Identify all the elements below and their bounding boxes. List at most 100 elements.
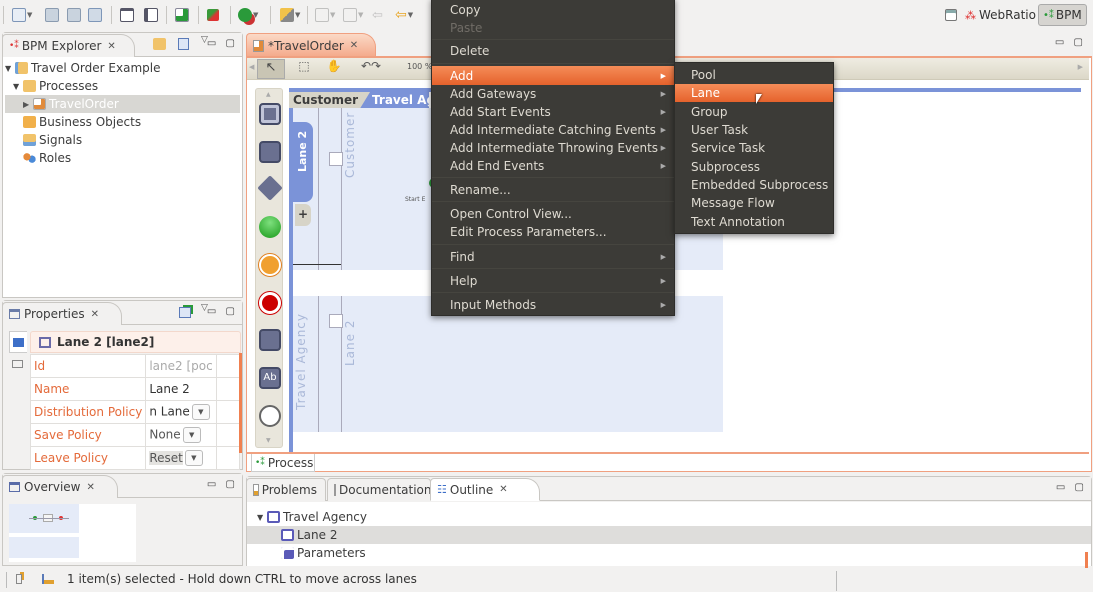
tree-item-roles[interactable]: Roles	[5, 149, 240, 167]
menu-item-copy[interactable]: Copy	[432, 1, 674, 19]
window-controls[interactable]: ▭ ▢	[1055, 37, 1086, 48]
submenu-item-embedded-subprocess[interactable]: Embedded Subprocess	[675, 176, 833, 194]
menu-item-add[interactable]: Add ▶	[432, 66, 674, 85]
pool-header[interactable]: Customer Travel Agency	[289, 92, 467, 108]
prev-annotation-button[interactable]: ▼	[343, 6, 363, 24]
timer-tool-icon[interactable]	[259, 405, 281, 427]
end-event-tool-icon[interactable]	[259, 292, 281, 314]
open-perspective-button[interactable]	[945, 6, 957, 24]
menu-item-edit-process-parameters[interactable]: Edit Process Parameters...	[432, 223, 674, 241]
user-task-tool-icon[interactable]	[259, 141, 281, 163]
tree-item-business-objects[interactable]: Business Objects	[5, 113, 240, 131]
close-icon[interactable]: ✕	[350, 40, 358, 51]
outline-item-parameters[interactable]: Parameters	[247, 544, 1091, 562]
dropdown-arrow-icon[interactable]: ▼	[182, 427, 201, 443]
run-button[interactable]	[175, 6, 189, 24]
menu-item-open-control-view[interactable]: Open Control View...	[432, 205, 674, 223]
submenu-item-message-flow[interactable]: Message Flow	[675, 194, 833, 212]
close-icon[interactable]: ✕	[87, 482, 95, 493]
pool-tool-icon[interactable]	[259, 103, 281, 125]
marquee-tool[interactable]: ⬚	[291, 59, 317, 79]
menu-item-input-methods[interactable]: Input Methods ▶	[432, 296, 674, 314]
start-event-tool-icon[interactable]	[259, 216, 281, 238]
expand-arrow-icon[interactable]: ▼	[257, 513, 267, 522]
tab-overview[interactable]: Overview ✕	[2, 475, 118, 498]
close-icon[interactable]: ✕	[107, 41, 115, 52]
expand-arrow-icon[interactable]: ▼	[5, 64, 15, 73]
collapse-arrow-icon[interactable]: ▶	[23, 100, 33, 109]
menu-item-delete[interactable]: Delete	[432, 42, 674, 60]
message-event-tool-icon[interactable]	[259, 254, 281, 276]
submenu-item-user-task[interactable]: User Task	[675, 121, 833, 139]
tab-bpm-explorer[interactable]: •⁑ BPM Explorer ✕	[2, 34, 135, 57]
tree-item-project[interactable]: ▼ Travel Order Example	[5, 59, 240, 77]
menu-item-find[interactable]: Find ▶	[432, 248, 674, 266]
link-editor-icon[interactable]	[178, 38, 189, 50]
property-combo[interactable]: n Lane ▼	[145, 400, 217, 424]
undo-redo-tool[interactable]: ↶↷	[351, 59, 391, 79]
dropdown-arrow-icon[interactable]: ▼	[184, 450, 203, 466]
save-button[interactable]	[45, 6, 59, 24]
pool-customer-label[interactable]: Customer	[289, 92, 371, 108]
generate-button[interactable]	[207, 6, 219, 24]
panel-button[interactable]	[144, 6, 158, 24]
submenu-item-text-annotation[interactable]: Text Annotation	[675, 213, 833, 231]
tab-travelorder[interactable]: *TravelOrder ✕	[246, 33, 376, 57]
submenu-item-service-task[interactable]: Service Task	[675, 139, 833, 157]
properties-side-tab-other[interactable]	[9, 357, 27, 373]
fast-view-icon[interactable]	[16, 574, 22, 584]
gateway-tool-icon[interactable]	[257, 175, 283, 201]
tool-button[interactable]: ▼	[280, 6, 300, 24]
lane-2-tab[interactable]: Lane 2	[293, 122, 313, 202]
tab-outline[interactable]: ☷ Outline ✕	[430, 478, 540, 501]
tab-process[interactable]: •⁑ Process	[251, 454, 315, 472]
add-lane-button[interactable]: +	[295, 204, 311, 226]
property-value[interactable]: lane2 [poc	[145, 354, 217, 378]
dropdown-arrow-icon[interactable]: ▼	[191, 404, 210, 420]
submenu-item-lane[interactable]: Lane	[675, 84, 833, 102]
outline-item-lane-2[interactable]: Lane 2	[247, 526, 1091, 544]
overview-viewport[interactable]	[51, 504, 136, 562]
menu-item-add-end-events[interactable]: Add End Events ▶	[432, 157, 674, 175]
new-button[interactable]: ▼	[12, 6, 32, 24]
collapse-all-icon[interactable]	[153, 38, 166, 50]
tree-item-travelorder[interactable]: ▶ TravelOrder	[5, 95, 240, 113]
menu-item-add-intermediate-catching-events[interactable]: Add Intermediate Catching Events ▶	[432, 121, 674, 139]
menu-item-add-start-events[interactable]: Add Start Events ▶	[432, 103, 674, 121]
hand-tool[interactable]: ✋	[321, 59, 347, 79]
next-annotation-button[interactable]: ▼	[315, 6, 335, 24]
palette-scroll-up-icon[interactable]: ▲	[266, 91, 271, 98]
close-icon[interactable]: ✕	[91, 309, 99, 320]
window-button[interactable]	[120, 6, 134, 24]
menu-item-add-gateways[interactable]: Add Gateways ▶	[432, 85, 674, 103]
palette-scroll-down-icon[interactable]: ▼	[266, 437, 271, 444]
print-button[interactable]	[88, 6, 102, 24]
property-combo[interactable]: Reset ▼	[145, 446, 217, 470]
save-all-button[interactable]	[67, 6, 81, 24]
overview-thumbnail[interactable]	[9, 504, 136, 562]
select-tool[interactable]: ↖	[257, 59, 285, 79]
perspective-bpm[interactable]: •⁑ BPM	[1038, 4, 1087, 26]
outline-item-travel-agency[interactable]: ▼ Travel Agency	[247, 508, 1091, 526]
submenu-item-subprocess[interactable]: Subprocess	[675, 158, 833, 176]
tab-properties[interactable]: Properties ✕	[2, 302, 122, 325]
window-controls[interactable]: ▭ ▢	[1056, 482, 1087, 493]
back-button[interactable]: ⇦ ▼	[395, 6, 413, 24]
tab-problems[interactable]: Problems	[246, 478, 326, 501]
run-config-button[interactable]: ▼	[238, 6, 258, 24]
pin-icon[interactable]	[179, 307, 191, 318]
flow-tool-icon[interactable]	[259, 329, 281, 351]
tab-documentation[interactable]: Documentation	[327, 478, 432, 501]
submenu-item-group[interactable]: Group	[675, 103, 833, 121]
tree-item-signals[interactable]: Signals	[5, 131, 240, 149]
menu-item-paste[interactable]: Paste	[432, 19, 674, 37]
menu-item-rename[interactable]: Rename...	[432, 181, 674, 199]
expand-arrow-icon[interactable]: ▼	[13, 82, 23, 91]
zoom-level[interactable]: 100 %	[407, 62, 432, 71]
tree-item-processes[interactable]: ▼ Processes	[5, 77, 240, 95]
window-controls[interactable]: ▭ ▢	[207, 479, 238, 490]
window-controls[interactable]: ▭ ▢	[207, 306, 238, 317]
menu-item-add-intermediate-throwing-events[interactable]: Add Intermediate Throwing Events ▶	[432, 139, 674, 157]
property-value[interactable]: Lane 2	[145, 377, 217, 401]
window-controls[interactable]: ▭ ▢	[207, 38, 238, 49]
